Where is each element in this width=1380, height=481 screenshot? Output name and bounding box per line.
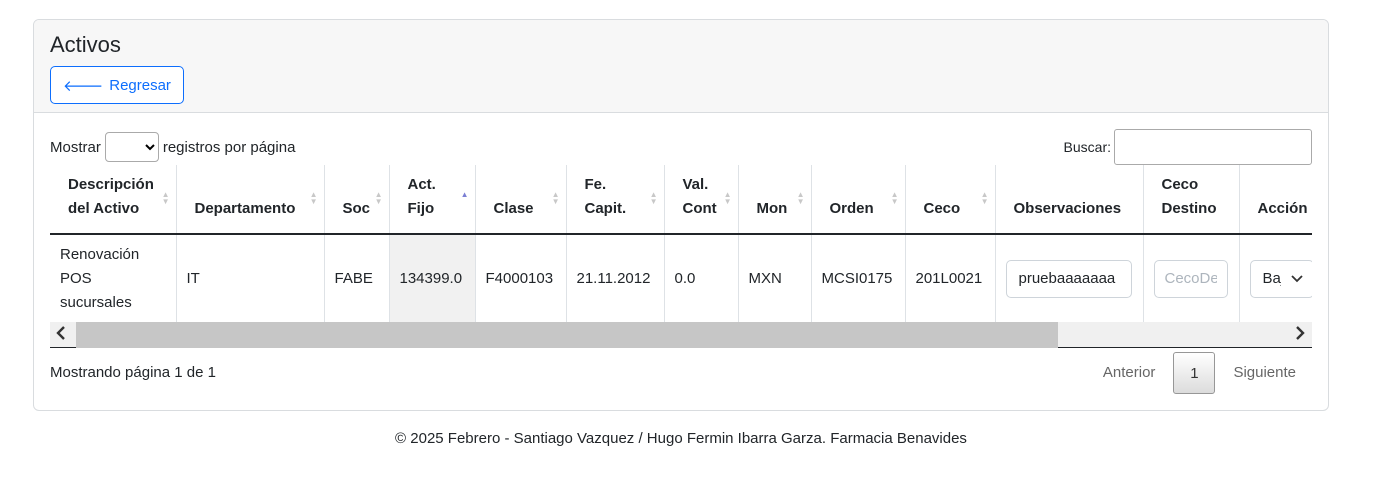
- cell-fe-capit: 21.11.2012: [566, 234, 665, 322]
- length-prefix: Mostrar: [50, 138, 101, 156]
- table-row: Renovación POS sucursales IT FABE 134399…: [50, 234, 1312, 322]
- sort-icon: ▲ ▼: [723, 190, 732, 206]
- observaciones-input[interactable]: [1005, 259, 1132, 298]
- scrollbar-thumb[interactable]: [76, 322, 1058, 348]
- cell-soc: FABE: [324, 234, 390, 322]
- sort-icon: ▲ ▼: [374, 190, 383, 206]
- header-act-fijo[interactable]: Act. Fijo▲▼: [389, 165, 476, 235]
- cell-observaciones: [995, 234, 1144, 322]
- activos-table: Descripción del Activo ▲ ▼ Departamento ▲ ▼ …: [50, 165, 1312, 322]
- cell-mon: MXN: [738, 234, 812, 322]
- header-val-cont[interactable]: Val. Cont ▲ ▼: [664, 165, 739, 235]
- site-footer: © 2025 Febrero - Santiago Vazquez / Hugo…: [395, 430, 967, 447]
- header-mon[interactable]: Mon ▲ ▼: [738, 165, 812, 235]
- header-clase[interactable]: Clase ▲ ▼: [475, 165, 567, 235]
- header-accion: Acción: [1239, 165, 1312, 235]
- next-page-button[interactable]: Siguiente: [1217, 352, 1312, 394]
- cell-clase: F4000103: [475, 234, 567, 322]
- scroll-right-icon[interactable]: [1294, 324, 1306, 345]
- cell-act-fijo: 134399.0: [389, 234, 476, 322]
- table-toolbar: Mostrar registros por página Buscar:: [50, 113, 1312, 165]
- sort-icon: ▲ ▼: [551, 190, 560, 206]
- cell-ceco: 201L0021: [905, 234, 996, 322]
- table-footer: Mostrando página 1 de 1 Anterior 1 Sigui…: [50, 348, 1312, 408]
- cell-accion: Baja: [1239, 234, 1312, 322]
- accion-select-value: Baja: [1262, 269, 1281, 287]
- card-body: Mostrar registros por página Buscar: Des…: [34, 113, 1328, 408]
- previous-page-button[interactable]: Anterior: [1087, 352, 1172, 394]
- cell-ceco-destino: [1143, 234, 1240, 322]
- header-orden[interactable]: Orden ▲ ▼: [811, 165, 906, 235]
- cell-departamento: IT: [176, 234, 325, 322]
- activos-card: Activos 🡐 Regresar Mostrar registros por…: [33, 19, 1329, 411]
- page-length-control: Mostrar registros por página: [50, 132, 295, 162]
- accion-select[interactable]: Baja: [1249, 259, 1312, 298]
- cell-descripcion: Renovación POS sucursales: [50, 234, 177, 322]
- horizontal-scrollbar[interactable]: [50, 322, 1312, 348]
- header-ceco[interactable]: Ceco ▲ ▼: [905, 165, 996, 235]
- header-ceco-destino: Ceco Destino: [1143, 165, 1240, 235]
- pagination: Anterior 1 Siguiente: [1087, 352, 1312, 394]
- sort-icon: ▲ ▼: [890, 190, 899, 206]
- back-button[interactable]: 🡐 Regresar: [50, 66, 184, 104]
- sort-icon: ▲ ▼: [649, 190, 658, 206]
- header-fe-capit[interactable]: Fe. Capit. ▲ ▼: [566, 165, 665, 235]
- page-1-button[interactable]: 1: [1173, 352, 1216, 394]
- table-header-row: Descripción del Activo ▲ ▼ Departamento ▲ ▼ …: [50, 165, 1312, 235]
- header-observaciones: Observaciones: [995, 165, 1144, 235]
- sort-icon: ▲ ▼: [161, 190, 170, 206]
- sort-icon: ▲ ▼: [796, 190, 805, 206]
- length-suffix: registros por página: [162, 138, 296, 156]
- ceco-destino-input[interactable]: [1153, 259, 1228, 298]
- search-label: Buscar:: [1063, 139, 1111, 155]
- header-soc[interactable]: Soc ▲ ▼: [324, 165, 390, 235]
- sort-icon: ▲ ▼: [309, 190, 318, 206]
- scroll-left-icon[interactable]: [55, 324, 67, 345]
- chevron-down-icon: [1290, 267, 1303, 291]
- table-scroll-container: Descripción del Activo ▲ ▼ Departamento ▲ ▼ …: [50, 165, 1312, 322]
- card-header: Activos 🡐 Regresar: [34, 20, 1328, 113]
- arrow-left-icon: 🡐: [63, 77, 104, 95]
- cell-orden: MCSI0175: [811, 234, 906, 322]
- sort-icon: ▲ ▼: [980, 190, 989, 206]
- back-button-label: Regresar: [109, 76, 171, 94]
- search-control: Buscar:: [1064, 129, 1312, 165]
- cell-val-cont: 0.0: [664, 234, 739, 322]
- search-input[interactable]: [1114, 129, 1312, 165]
- table-info: Mostrando página 1 de 1: [50, 364, 216, 381]
- page-title: Activos: [50, 32, 121, 57]
- sort-asc-icon: ▲▼: [460, 190, 469, 199]
- header-departamento[interactable]: Departamento ▲ ▼: [176, 165, 325, 235]
- page-length-select[interactable]: [104, 132, 159, 162]
- header-descripcion[interactable]: Descripción del Activo ▲ ▼: [50, 165, 177, 235]
